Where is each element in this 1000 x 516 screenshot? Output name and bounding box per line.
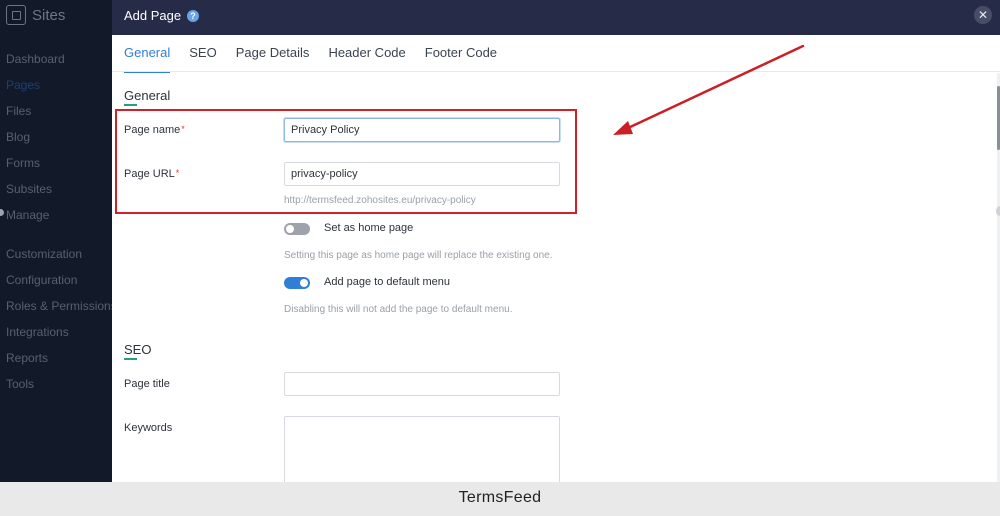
sidebar-item-tools[interactable]: Tools [6,377,34,391]
tabs-divider [112,71,1000,72]
footer-watermark: TermsFeed [0,482,1000,516]
page-url-input[interactable] [284,162,560,186]
required-marker: * [175,168,180,178]
dialog-header: Add Page ? ✕ [112,0,1000,35]
sidebar: Sites Dashboard Pages Files Blog Forms S… [0,0,117,482]
keywords-textarea[interactable] [284,416,560,482]
page-url-label-text: Page URL [124,168,175,180]
sidebar-item-blog[interactable]: Blog [6,130,30,144]
sidebar-item-configuration[interactable]: Configuration [6,273,77,287]
tab-header-code[interactable]: Header Code [328,45,405,73]
page-title-input[interactable] [284,372,560,396]
screen: Sites Dashboard Pages Files Blog Forms S… [0,0,1000,482]
dialog-title: Add Page [124,8,182,23]
help-icon[interactable]: ? [187,10,199,22]
sidebar-item-forms[interactable]: Forms [6,156,40,170]
general-section-heading: General [124,88,171,103]
footer-brand: TermsFeed [458,489,542,506]
sidebar-item-pages[interactable]: Pages [6,78,40,92]
set-home-page-toggle[interactable] [284,223,310,235]
page-url-label: Page URL* [124,168,179,180]
tab-seo[interactable]: SEO [189,45,216,73]
default-menu-hint: Disabling this will not add the page to … [284,304,513,315]
sidebar-item-subsites[interactable]: Subsites [6,182,52,196]
toggle-knob [300,279,308,287]
side-handle[interactable] [996,206,1000,216]
manage-indicator-dot [0,209,4,216]
sidebar-item-dashboard[interactable]: Dashboard [6,52,65,66]
general-heading-underline [124,104,137,106]
sidebar-item-manage[interactable]: Manage [6,208,49,222]
close-icon[interactable]: ✕ [974,6,992,24]
tab-footer-code[interactable]: Footer Code [425,45,497,73]
add-page-dialog: Add Page ? ✕ General SEO Page Details He… [112,0,1000,482]
tab-page-details[interactable]: Page Details [236,45,310,73]
default-menu-label: Add page to default menu [324,276,450,288]
sidebar-item-customization[interactable]: Customization [6,247,82,261]
page-name-label-text: Page name [124,124,181,136]
sidebar-item-reports[interactable]: Reports [6,351,48,365]
default-menu-toggle[interactable] [284,277,310,289]
sites-logo-icon [6,5,26,25]
seo-heading-underline [124,358,137,360]
sidebar-brand-label: Sites [32,6,66,24]
sidebar-item-integrations[interactable]: Integrations [6,325,69,339]
page-url-preview: http://termsfeed.zohosites.eu/privacy-po… [284,195,476,206]
tab-general[interactable]: General [124,45,171,73]
seo-section-heading: SEO [124,342,152,357]
keywords-label: Keywords [124,422,173,434]
page-title-label: Page title [124,378,170,390]
page-name-input[interactable] [284,118,560,142]
page-name-label: Page name* [124,124,185,136]
tab-bar: General SEO Page Details Header Code Foo… [124,45,516,73]
toggle-knob [286,225,294,233]
sidebar-item-files[interactable]: Files [6,104,31,118]
required-marker: * [181,124,185,134]
set-home-page-label: Set as home page [324,222,414,234]
sidebar-brand[interactable]: Sites [6,5,65,25]
set-home-page-hint: Setting this page as home page will repl… [284,250,553,261]
sidebar-item-roles-permissions[interactable]: Roles & Permissions [6,299,117,313]
